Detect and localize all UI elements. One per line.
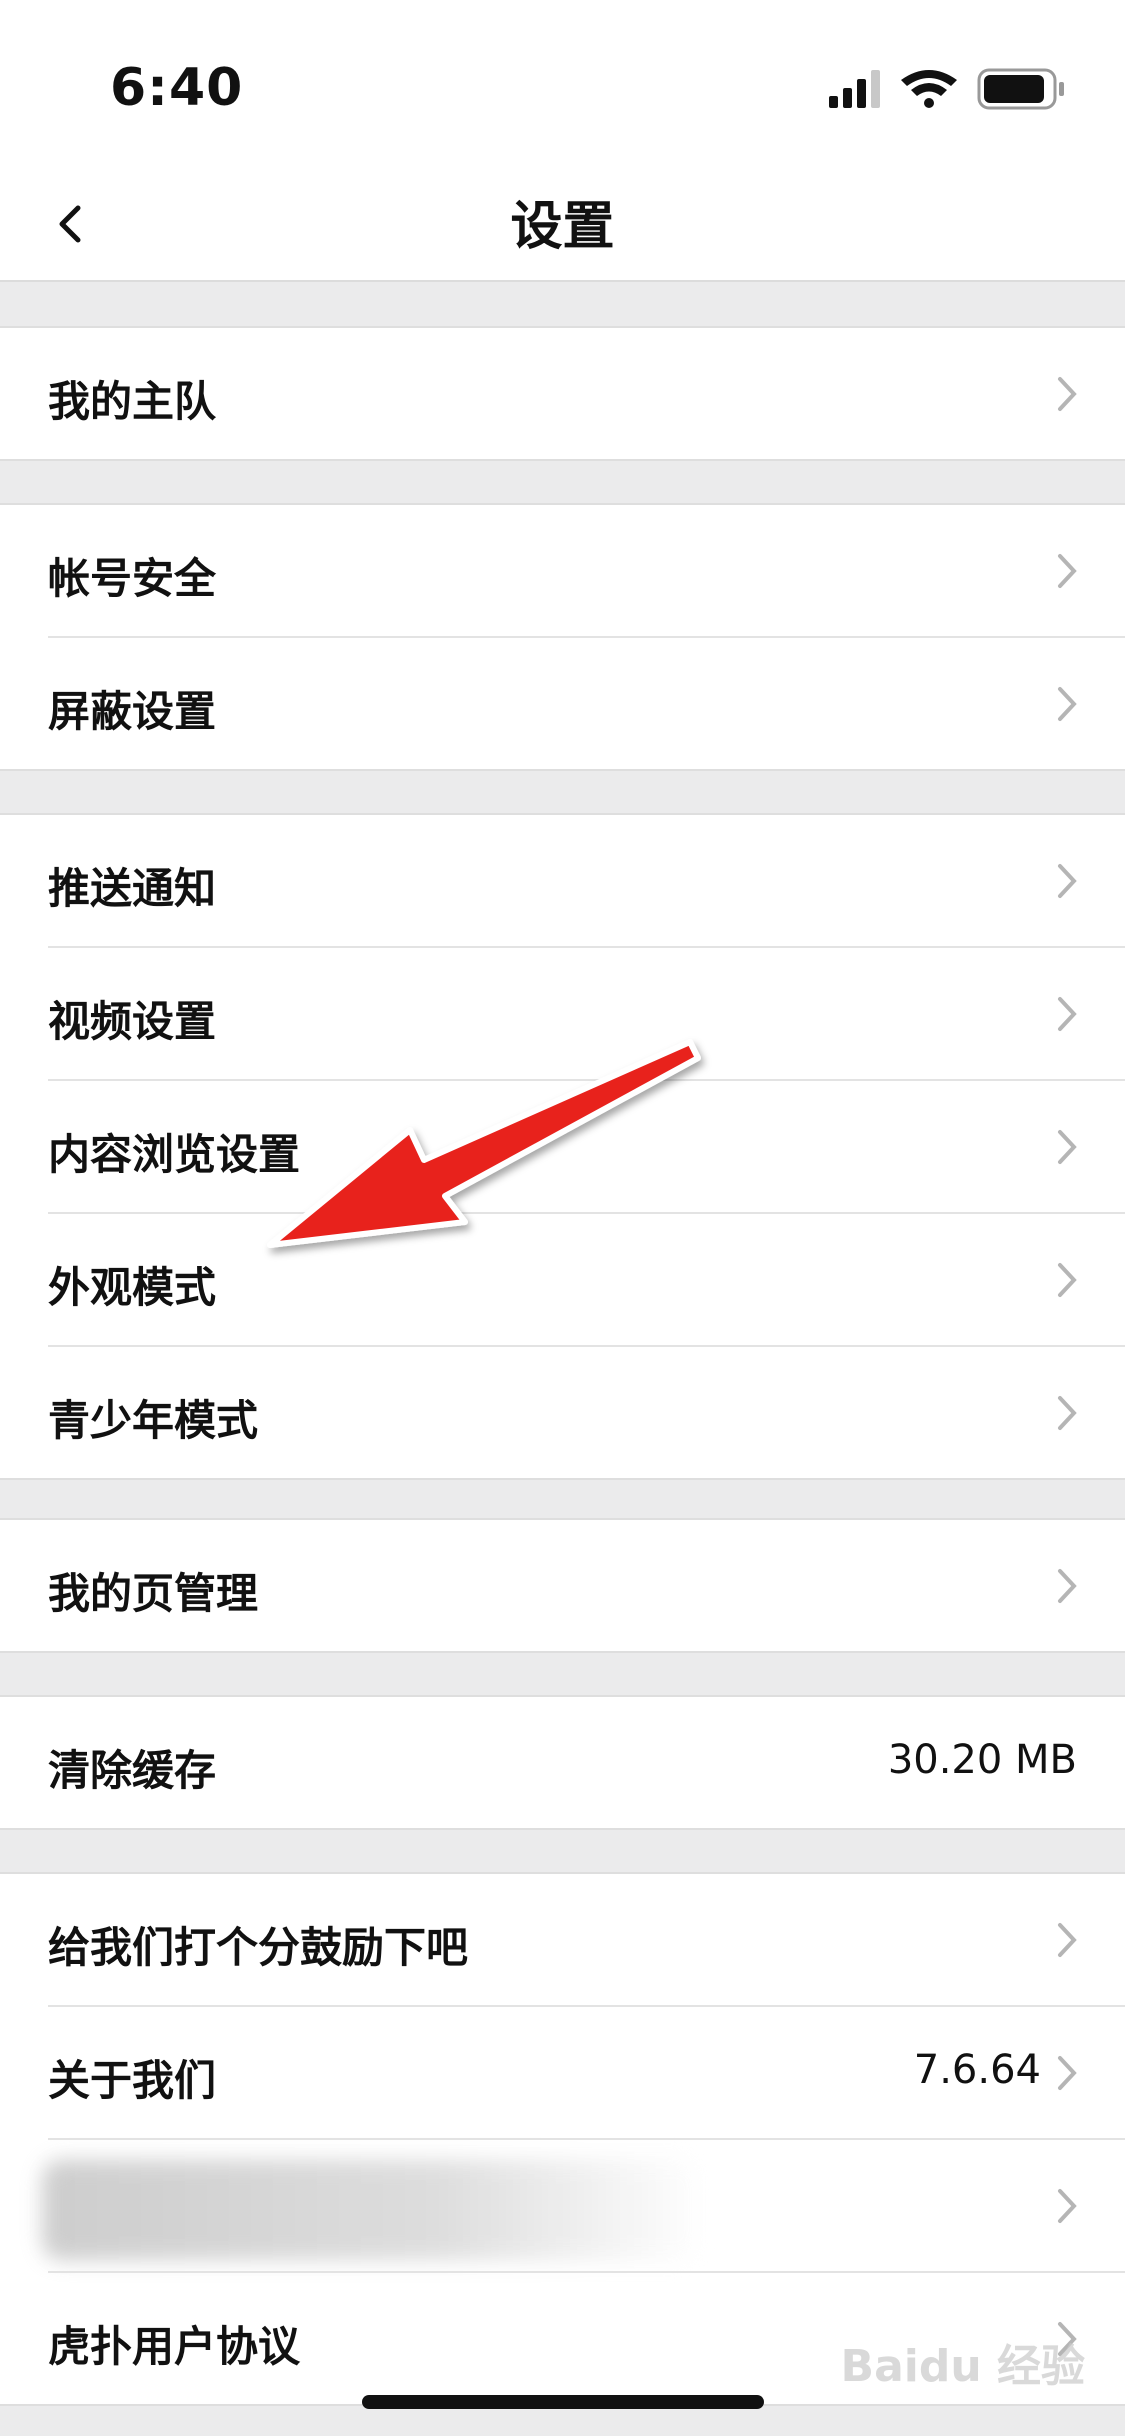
row-label: 帐号安全	[48, 554, 217, 603]
chevron-right-icon	[1058, 377, 1077, 411]
settings-group-pages: 我的页管理	[0, 1518, 1125, 1653]
settings-row-rate-us[interactable]: 给我们打个分鼓励下吧	[48, 1874, 1125, 2005]
settings-row-redacted[interactable]	[42, 2138, 1125, 2271]
row-label: 我的页管理	[48, 1569, 259, 1618]
settings-row-appearance-mode[interactable]: 外观模式	[48, 1212, 1125, 1345]
settings-row-my-team[interactable]: 我的主队	[48, 328, 1125, 459]
navigation-bar: 设置	[0, 170, 1125, 282]
settings-row-push-notifications[interactable]: 推送通知	[48, 815, 1125, 946]
chevron-right-icon	[1058, 1396, 1077, 1430]
row-label: 外观模式	[48, 1263, 217, 1312]
chevron-right-icon	[1058, 2189, 1077, 2223]
chevron-right-icon	[1058, 1130, 1077, 1164]
status-bar: 6:40	[0, 0, 1125, 170]
chevron-right-icon	[1058, 1569, 1077, 1603]
redacted-blur	[42, 2160, 702, 2260]
chevron-right-icon	[1058, 997, 1077, 1031]
cache-size-value: 30.20 MB	[887, 1737, 1077, 1783]
row-label: 屏蔽设置	[48, 687, 217, 736]
page-title: 设置	[510, 197, 615, 257]
cellular-signal-icon	[829, 70, 880, 108]
row-label: 关于我们	[48, 2056, 217, 2105]
battery-icon	[977, 68, 1064, 110]
status-icons	[829, 66, 1069, 110]
chevron-right-icon	[1058, 2056, 1077, 2090]
settings-row-youth-mode[interactable]: 青少年模式	[48, 1345, 1125, 1478]
row-label: 内容浏览设置	[48, 1130, 301, 1179]
settings-group-account: 帐号安全 屏蔽设置	[0, 503, 1125, 771]
settings-group-preferences: 推送通知 视频设置 内容浏览设置 外观模式 青少年模式	[0, 813, 1125, 1480]
settings-row-block-settings[interactable]: 屏蔽设置	[48, 636, 1125, 769]
settings-group-cache: 清除缓存 30.20 MB	[0, 1695, 1125, 1830]
settings-group-favorite-team: 我的主队	[0, 326, 1125, 461]
chevron-right-icon	[1058, 1923, 1077, 1957]
row-label: 推送通知	[48, 864, 217, 913]
settings-row-clear-cache[interactable]: 清除缓存 30.20 MB	[48, 1697, 1125, 1828]
app-version-value: 7.6.64	[913, 2047, 1041, 2093]
watermark: Baidu 经验	[840, 2341, 1085, 2392]
settings-row-video-settings[interactable]: 视频设置	[48, 946, 1125, 1079]
wifi-icon	[901, 70, 957, 108]
row-label: 清除缓存	[48, 1746, 217, 1795]
settings-row-content-browsing[interactable]: 内容浏览设置	[48, 1079, 1125, 1212]
row-label: 我的主队	[48, 377, 217, 426]
row-label: 给我们打个分鼓励下吧	[48, 1923, 469, 1972]
chevron-right-icon	[1058, 864, 1077, 898]
chevron-right-icon	[1058, 554, 1077, 588]
row-label: 视频设置	[48, 997, 217, 1046]
home-indicator[interactable]	[362, 2395, 764, 2409]
settings-row-my-page-management[interactable]: 我的页管理	[48, 1520, 1125, 1651]
chevron-right-icon	[1058, 1263, 1077, 1297]
row-label: 虎扑用户协议	[48, 2322, 301, 2371]
settings-row-account-security[interactable]: 帐号安全	[48, 505, 1125, 636]
settings-row-about-us[interactable]: 关于我们 7.6.64	[48, 2005, 1125, 2138]
status-time: 6:40	[110, 58, 244, 118]
row-label: 青少年模式	[48, 1396, 259, 1445]
settings-group-about: 给我们打个分鼓励下吧 关于我们 7.6.64 虎扑用户协议	[0, 1872, 1125, 2406]
chevron-right-icon	[1058, 687, 1077, 721]
